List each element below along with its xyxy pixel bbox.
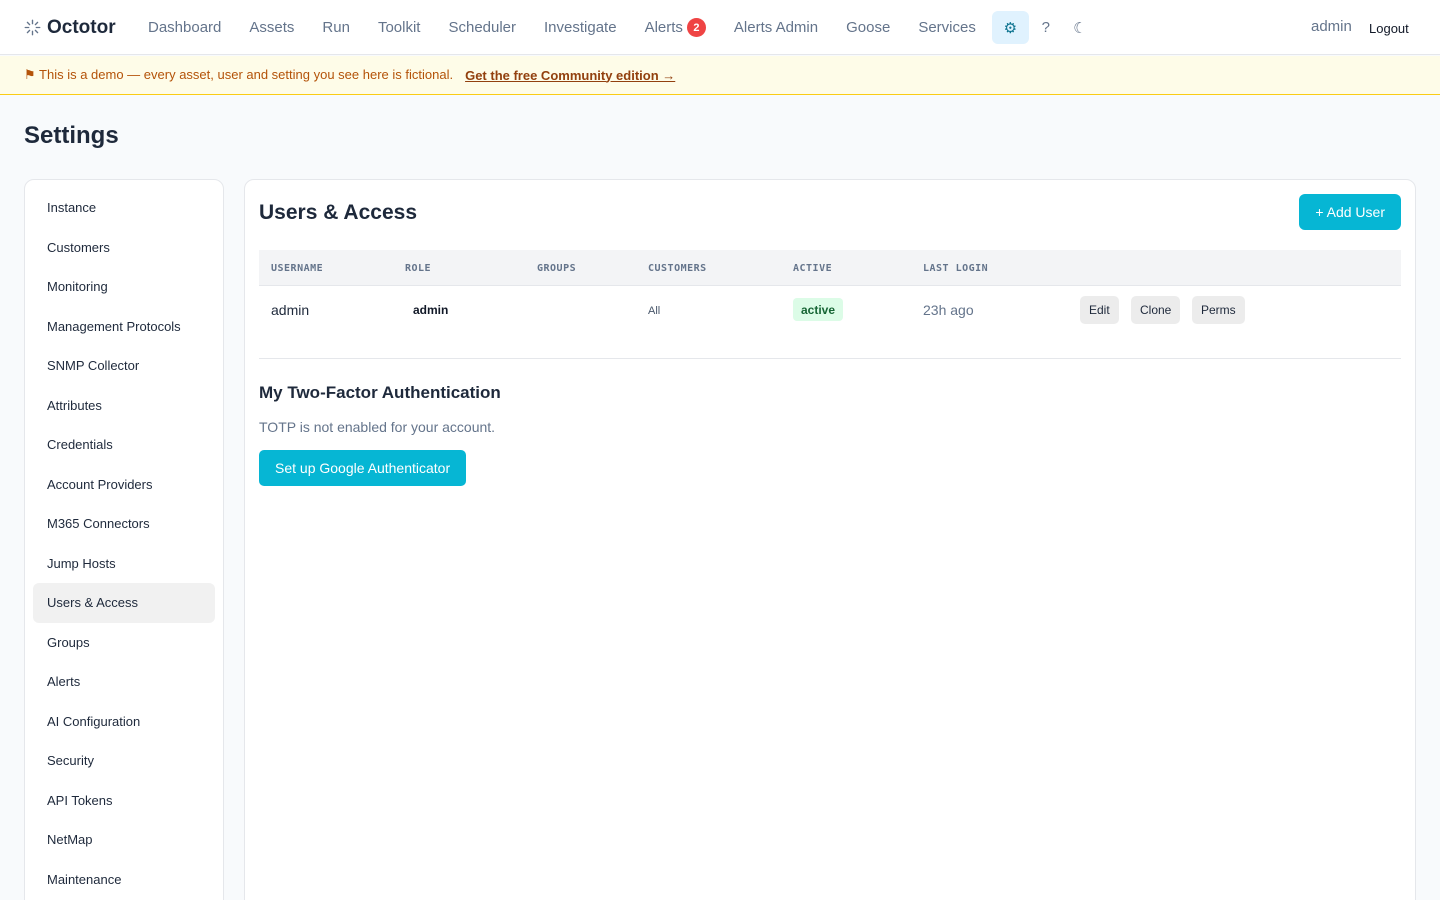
nav-toolkit[interactable]: Toolkit	[364, 11, 435, 45]
brand-name: Octotor	[47, 16, 116, 38]
sidebar-item-attributes[interactable]: Attributes	[33, 386, 215, 426]
logout-button[interactable]: Logout	[1360, 14, 1418, 42]
current-user: admin	[1311, 18, 1352, 35]
nav-run[interactable]: Run	[308, 11, 364, 45]
panel-title: Users & Access	[259, 201, 417, 224]
nav-scheduler[interactable]: Scheduler	[434, 11, 530, 45]
users-access-panel: Users & Access + Add User USERNAME ROLE …	[244, 179, 1416, 900]
tfa-status-text: TOTP is not enabled for your account.	[259, 419, 496, 435]
nav-alerts[interactable]: Alerts 2	[631, 11, 720, 45]
nav-investigate[interactable]: Investigate	[530, 11, 631, 45]
column-header-active[interactable]: ACTIVE	[793, 263, 832, 274]
nav-dashboard[interactable]: Dashboard	[134, 11, 235, 45]
help-button[interactable]: ?	[1029, 11, 1063, 44]
sidebar-item-management-protocols[interactable]: Management Protocols	[33, 307, 215, 347]
setup-authenticator-button[interactable]: Set up Google Authenticator	[259, 450, 467, 486]
cell-role: admin	[413, 303, 449, 317]
column-header-last-login[interactable]: LAST LOGIN	[923, 263, 988, 274]
sidebar-item-instance[interactable]: Instance	[33, 188, 215, 228]
nav-services[interactable]: Services	[904, 11, 990, 45]
settings-sidebar: Instance Customers Monitoring Management…	[24, 179, 224, 900]
sidebar-item-account-providers[interactable]: Account Providers	[33, 465, 215, 505]
sidebar-item-customers[interactable]: Customers	[33, 228, 215, 268]
community-edition-link[interactable]: Get the free Community edition →	[465, 68, 675, 83]
page-title: Settings	[24, 122, 119, 149]
status-badge: active	[793, 298, 844, 321]
column-header-username[interactable]: USERNAME	[271, 263, 323, 274]
add-user-button[interactable]: + Add User	[1299, 194, 1401, 230]
alerts-count-badge: 2	[686, 18, 706, 37]
nav-alerts-admin[interactable]: Alerts Admin	[720, 11, 832, 45]
sidebar-item-netmap[interactable]: NetMap	[33, 820, 215, 860]
column-header-customers[interactable]: CUSTOMERS	[648, 263, 707, 274]
brand[interactable]: Octotor	[24, 0, 116, 55]
sidebar-item-snmp-collector[interactable]: SNMP Collector	[33, 346, 215, 386]
nav-goose[interactable]: Goose	[832, 11, 904, 45]
section-divider	[259, 358, 1401, 359]
sidebar-item-jump-hosts[interactable]: Jump Hosts	[33, 544, 215, 584]
top-navbar: Octotor Dashboard Assets Run Toolkit Sch…	[0, 0, 1440, 55]
sidebar-item-api-tokens[interactable]: API Tokens	[33, 781, 215, 821]
table-header: USERNAME ROLE GROUPS CUSTOMERS ACTIVE LA…	[259, 250, 1401, 286]
cell-customers: All	[648, 305, 661, 317]
sparkle-logo-icon	[24, 19, 41, 36]
sidebar-item-maintenance[interactable]: Maintenance	[33, 860, 215, 900]
nav-assets[interactable]: Assets	[235, 11, 308, 45]
cell-username: admin	[271, 302, 310, 318]
sidebar-item-groups[interactable]: Groups	[33, 623, 215, 663]
sidebar-item-m365-connectors[interactable]: M365 Connectors	[33, 504, 215, 544]
edit-user-button[interactable]: Edit	[1080, 296, 1119, 324]
sidebar-item-credentials[interactable]: Credentials	[33, 425, 215, 465]
tfa-section-title: My Two-Factor Authentication	[259, 383, 501, 402]
nav-alerts-label: Alerts	[644, 19, 683, 36]
table-row: admin admin All active 23h ago Edit Clon…	[259, 286, 1401, 334]
settings-gear-icon[interactable]: ⚙	[991, 11, 1029, 44]
users-table: USERNAME ROLE GROUPS CUSTOMERS ACTIVE LA…	[259, 250, 1401, 334]
cell-last-login: 23h ago	[923, 302, 974, 318]
perms-user-button[interactable]: Perms	[1192, 296, 1245, 324]
sidebar-item-monitoring[interactable]: Monitoring	[33, 267, 215, 307]
demo-banner-text: ⚑ This is a demo — every asset, user and…	[24, 67, 454, 82]
column-header-groups[interactable]: GROUPS	[537, 263, 576, 274]
sidebar-item-ai-configuration[interactable]: AI Configuration	[33, 702, 215, 742]
column-header-role[interactable]: ROLE	[405, 263, 431, 274]
dark-mode-moon-icon[interactable]: ☾	[1063, 11, 1097, 44]
demo-banner: ⚑ This is a demo — every asset, user and…	[0, 56, 1440, 95]
sidebar-item-users-access[interactable]: Users & Access	[33, 583, 215, 623]
sidebar-item-alerts[interactable]: Alerts	[33, 662, 215, 702]
clone-user-button[interactable]: Clone	[1131, 296, 1181, 324]
nav-links: Dashboard Assets Run Toolkit Scheduler I…	[134, 0, 1097, 55]
sidebar-item-security[interactable]: Security	[33, 741, 215, 781]
